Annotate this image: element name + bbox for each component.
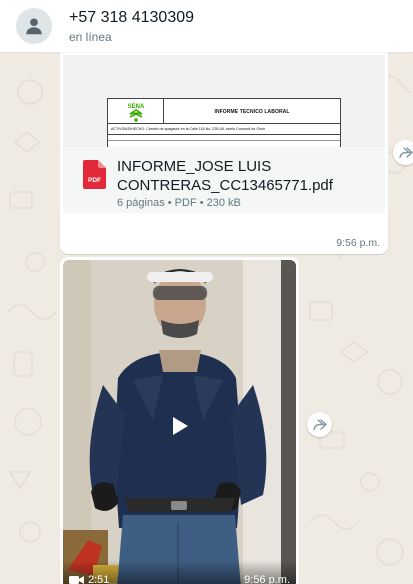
video-duration-text: 2:51 [88,574,110,584]
sena-logo: SENA [108,99,164,124]
forward-video-button[interactable] [307,412,332,437]
document-file-name: INFORME_JOSE LUIS CONTRERAS_CC13465771.p… [117,158,333,194]
document-activity-line: ACTIVIDAD/HECHO: Cambio de apagador en l… [108,124,340,135]
contact-info[interactable]: +57 318 4130309 en línea [69,8,194,45]
document-message[interactable]: SENA INFORME TECNICO LABORAL ACTIVIDAD/H… [60,52,388,254]
document-info[interactable]: PDF INFORME_JOSE LUIS CONTRERAS_CC134657… [63,147,385,213]
play-icon[interactable] [171,416,189,436]
video-thumbnail[interactable]: 2:51 9:56 p.m. [63,260,296,584]
message-timestamp: 9:56 p.m. [336,237,380,249]
contact-avatar[interactable] [16,8,52,44]
forward-document-button[interactable] [393,140,413,165]
video-duration: 2:51 [69,574,109,584]
video-camera-icon [69,576,84,584]
video-timestamp: 9:56 p.m. [244,574,290,584]
svg-text:PDF: PDF [88,177,101,184]
whatsapp-chat-window: +57 318 4130309 en línea SENA INFORME TE… [0,0,413,584]
document-page-thumbnail: SENA INFORME TECNICO LABORAL ACTIVIDAD/H… [107,98,341,147]
person-icon [26,18,42,35]
chat-header[interactable]: +57 318 4130309 en línea [0,0,413,52]
document-preview[interactable]: SENA INFORME TECNICO LABORAL ACTIVIDAD/H… [63,55,385,147]
contact-name: +57 318 4130309 [69,8,195,26]
contact-status: en línea [69,29,112,44]
pdf-file-icon: PDF [83,160,106,189]
document-heading: INFORME TECNICO LABORAL [214,108,290,115]
forward-icon [312,418,327,430]
video-message[interactable]: 2:51 9:56 p.m. [60,257,299,584]
message-list[interactable]: SENA INFORME TECNICO LABORAL ACTIVIDAD/H… [0,52,413,584]
document-file-meta: 6 páginas • PDF • 230 kB [117,197,241,209]
forward-icon [398,146,413,158]
svg-text:SENA: SENA [127,104,144,110]
